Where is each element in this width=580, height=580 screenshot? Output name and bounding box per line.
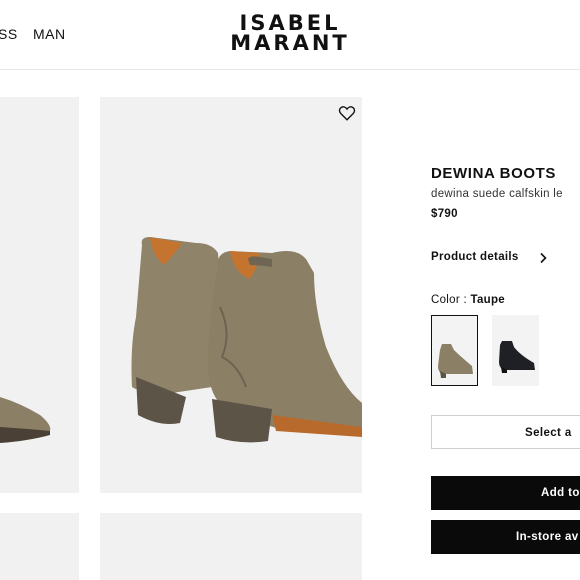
logo-line-1: ISABEL [239, 11, 341, 35]
color-value: Taupe [470, 294, 505, 306]
add-to-bag-button[interactable]: Add to [431, 476, 580, 510]
product-title: DEWINA BOOTS [431, 165, 556, 182]
swatch-taupe[interactable] [431, 315, 478, 386]
header: SS MAN ISABEL MARANT [0, 0, 580, 70]
chevron-right-icon[interactable] [538, 252, 548, 264]
product-price: $790 [431, 208, 458, 220]
in-store-availability-button[interactable]: In-store av [431, 520, 580, 554]
boot-image-front [0, 397, 51, 443]
color-label: Color : [431, 294, 471, 306]
product-image-main[interactable] [100, 97, 362, 493]
product-image-thumb-3[interactable] [0, 513, 79, 580]
logo-line-2: MARANT [230, 31, 350, 55]
select-size-button[interactable]: Select a [431, 415, 580, 449]
boot-swatch-black [499, 341, 535, 373]
boot-image-main [131, 237, 362, 443]
brand-logo[interactable]: ISABEL MARANT [204, 11, 376, 55]
boot-swatch-taupe [438, 344, 473, 378]
color-label-row: Color : Taupe [431, 294, 505, 306]
nav-item-man[interactable]: MAN [33, 26, 66, 42]
swatch-black[interactable] [492, 315, 539, 386]
product-details-link[interactable]: Product details [431, 251, 519, 263]
product-subtitle: dewina suede calfskin le [431, 188, 563, 200]
product-image-thumb-4[interactable] [100, 513, 362, 580]
nav-item-accessories[interactable]: SS [0, 26, 18, 42]
product-image-front[interactable] [0, 97, 79, 493]
heart-icon[interactable] [338, 104, 356, 122]
